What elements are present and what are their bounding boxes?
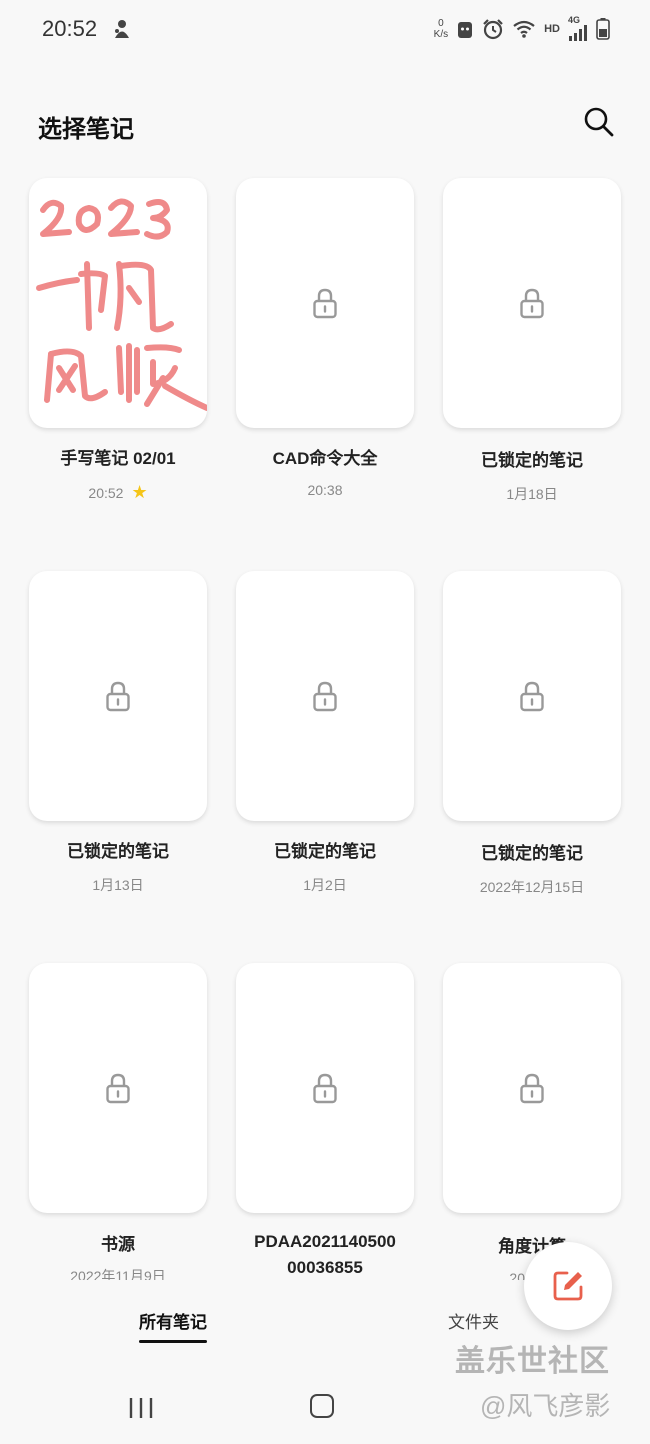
hd-indicator: HD (544, 22, 560, 35)
system-nav-bar (0, 1370, 650, 1444)
tab-folders[interactable]: 文件夹 (448, 1308, 499, 1333)
note-title: 手写笔记 02/01 (60, 449, 176, 468)
lock-icon (106, 1073, 130, 1104)
status-bar: 20:52 0 K/s HD 4G (0, 0, 650, 60)
note-title: 已锁定的笔记 (67, 842, 169, 861)
note-card[interactable] (236, 178, 414, 428)
note-date: 20:52 ★ (88, 482, 148, 502)
network-speed: 0 K/s (433, 17, 449, 40)
status-time: 20:52 (42, 16, 98, 41)
note-date: 1月2日 (303, 877, 347, 893)
note-title: 书源 (101, 1235, 135, 1254)
lock-icon (106, 681, 130, 712)
note-title: 已锁定的笔记 (481, 844, 583, 863)
cellular-signal: 4G (568, 16, 588, 41)
note-title: PDAA2021140500 00036855 (254, 1232, 396, 1277)
note-card[interactable] (443, 963, 621, 1213)
alarm-icon (483, 18, 503, 39)
search-icon[interactable] (582, 105, 616, 139)
face-notification-icon (458, 21, 473, 38)
note-card[interactable] (236, 571, 414, 821)
lock-icon (520, 681, 544, 712)
note-title: 角度计算 (498, 1237, 566, 1256)
note-card[interactable] (443, 571, 621, 821)
note-card[interactable] (236, 963, 414, 1213)
lock-icon (313, 681, 337, 712)
wifi-icon (513, 20, 535, 38)
compose-button[interactable] (524, 1242, 612, 1330)
note-date: 2022年12月15日 (479, 879, 585, 895)
page-title: 选择笔记 (38, 116, 134, 143)
lock-icon (313, 1073, 337, 1104)
handwriting-preview (36, 198, 207, 411)
note-card[interactable] (29, 178, 207, 428)
note-card[interactable] (443, 178, 621, 428)
home-button[interactable] (310, 1394, 334, 1418)
note-date: 20:38 (307, 482, 343, 498)
note-title: 已锁定的笔记 (274, 842, 376, 861)
signal-bars-icon (569, 25, 587, 41)
header: 选择笔记 (0, 95, 650, 155)
app-notification-icon (115, 20, 129, 38)
lock-icon (520, 1073, 544, 1104)
recent-apps-icon[interactable] (128, 1396, 154, 1420)
note-date: 1月13日 (92, 877, 144, 893)
note-title: 已锁定的笔记 (481, 451, 583, 470)
note-date: 1月18日 (506, 486, 558, 502)
lock-icon (520, 288, 544, 319)
battery-icon (596, 17, 610, 40)
note-title: CAD命令大全 (272, 449, 378, 468)
note-card[interactable] (29, 571, 207, 821)
note-card[interactable] (29, 963, 207, 1213)
star-icon: ★ (131, 482, 148, 502)
compose-icon (553, 1271, 583, 1301)
tab-all-notes[interactable]: 所有笔记 (139, 1308, 207, 1343)
lock-icon (313, 288, 337, 319)
